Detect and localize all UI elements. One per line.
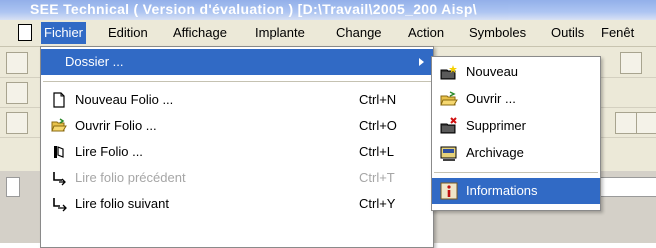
menu-item-lire-folio-precedent[interactable]: Lire folio précédent Ctrl+T xyxy=(41,165,433,191)
menu-item-shortcut: Ctrl+T xyxy=(359,170,395,185)
menu-item-label: Dossier ... xyxy=(65,54,124,69)
next-folio-icon xyxy=(51,196,67,212)
submenu-item-informations[interactable]: Informations xyxy=(432,178,600,204)
archive-icon xyxy=(440,144,458,162)
menu-item-lire-folio[interactable]: Lire Folio ... Ctrl+L xyxy=(41,139,433,165)
menu-item-label: Lire folio suivant xyxy=(75,196,169,211)
submenu-item-label: Nouveau xyxy=(466,64,519,79)
submenu-arrow-icon xyxy=(419,58,424,66)
submenu-item-label: Supprimer xyxy=(466,118,526,133)
info-icon xyxy=(440,182,458,200)
submenu-separator xyxy=(434,172,598,173)
submenu-item-label: Informations xyxy=(466,183,538,198)
read-folio-icon xyxy=(51,144,67,160)
toolbar-button[interactable] xyxy=(6,82,28,104)
menu-item-label: Nouveau Folio ... xyxy=(75,92,174,107)
menu-item-label: Lire Folio ... xyxy=(75,144,143,159)
menu-item-label: Lire folio précédent xyxy=(75,170,186,185)
side-panel-tab[interactable] xyxy=(6,177,20,197)
window-title-bar: SEE Technical ( Version d'évaluation ) [… xyxy=(0,0,656,20)
submenu-item-nouveau[interactable]: Nouveau xyxy=(432,59,600,85)
open-folder-icon xyxy=(440,90,458,108)
new-folder-icon xyxy=(440,63,458,81)
menu-affichage[interactable]: Affichage xyxy=(170,22,230,44)
menu-item-lire-folio-suivant[interactable]: Lire folio suivant Ctrl+Y xyxy=(41,191,433,217)
menu-item-shortcut: Ctrl+L xyxy=(359,144,395,159)
toolbar-button[interactable] xyxy=(615,112,637,134)
new-page-icon xyxy=(51,92,67,108)
menu-change[interactable]: Change xyxy=(333,22,385,44)
open-folder-icon xyxy=(51,118,67,134)
submenu-item-label: Archivage xyxy=(466,145,524,160)
document-icon[interactable] xyxy=(18,24,32,41)
submenu-item-supprimer[interactable]: Supprimer xyxy=(432,113,600,139)
submenu-item-label: Ouvrir ... xyxy=(466,91,516,106)
toolbar-button[interactable] xyxy=(6,52,28,74)
menu-item-nouveau-folio[interactable]: Nouveau Folio ... Ctrl+N xyxy=(41,87,433,113)
menu-outils[interactable]: Outils xyxy=(548,22,587,44)
toolbar-button[interactable] xyxy=(6,112,28,134)
menu-fichier[interactable]: Fichier xyxy=(41,22,87,44)
menu-item-shortcut: Ctrl+O xyxy=(359,118,397,133)
menu-symboles[interactable]: Symboles xyxy=(466,22,529,44)
menu-item-partial xyxy=(41,219,433,245)
toolbar-button[interactable] xyxy=(620,52,642,74)
dossier-submenu: Nouveau Ouvrir ... Supprimer Archivage I… xyxy=(431,56,601,211)
menu-item-shortcut: Ctrl+Y xyxy=(359,196,396,211)
menu-separator xyxy=(43,81,431,83)
menu-action[interactable]: Action xyxy=(405,22,447,44)
fichier-menu: Dossier ... Nouveau Folio ... Ctrl+N Ouv… xyxy=(40,46,434,248)
window-title: SEE Technical ( Version d'évaluation ) [… xyxy=(30,1,477,17)
submenu-item-archivage[interactable]: Archivage xyxy=(432,140,600,166)
menu-item-ouvrir-folio[interactable]: Ouvrir Folio ... Ctrl+O xyxy=(41,113,433,139)
menu-edition[interactable]: Edition xyxy=(105,22,151,44)
previous-folio-icon xyxy=(51,170,67,186)
menu-item-label: Ouvrir Folio ... xyxy=(75,118,157,133)
menu-implante[interactable]: Implante xyxy=(252,22,308,44)
menu-item-dossier[interactable]: Dossier ... xyxy=(41,49,433,75)
menu-item-shortcut: Ctrl+N xyxy=(359,92,397,107)
toolbar-button[interactable] xyxy=(636,112,656,134)
submenu-item-ouvrir[interactable]: Ouvrir ... xyxy=(432,86,600,112)
menu-fenetre[interactable]: Fenêt xyxy=(598,22,637,44)
right-panel xyxy=(600,177,656,197)
delete-folder-icon xyxy=(440,117,458,135)
